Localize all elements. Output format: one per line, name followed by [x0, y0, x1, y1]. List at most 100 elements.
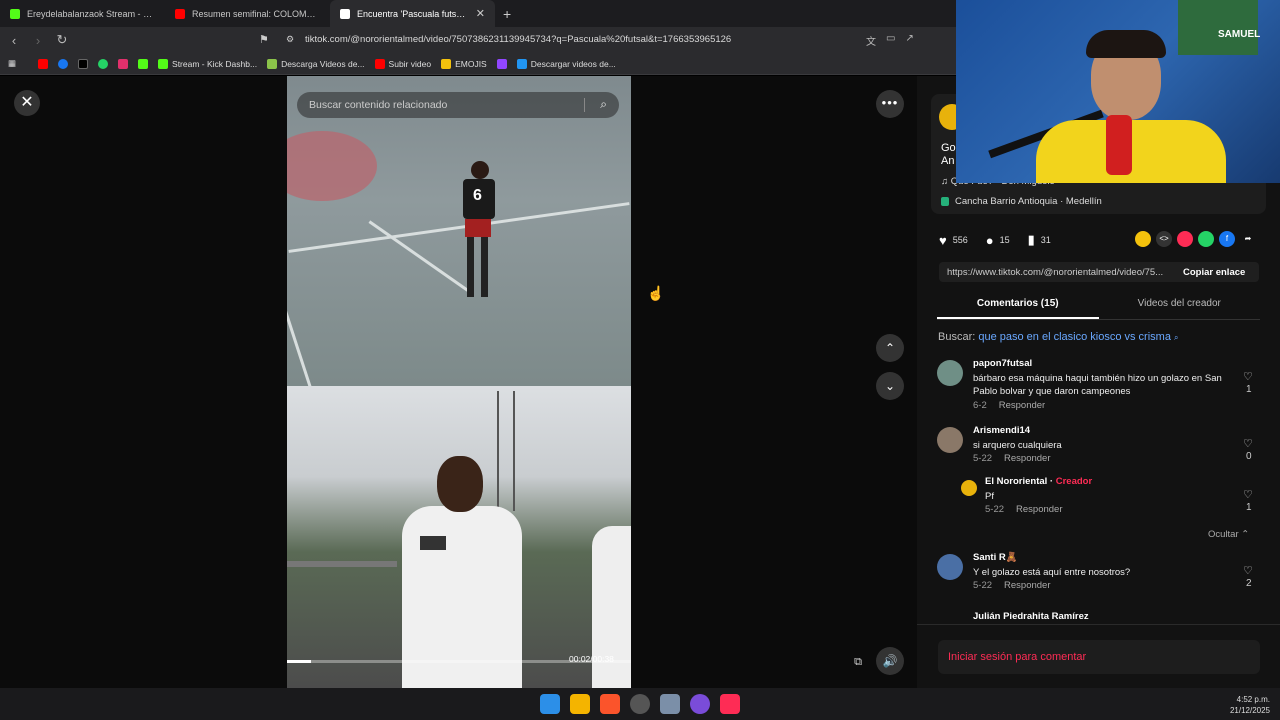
panel-tabs: Comentarios (15) Videos del creador — [937, 292, 1260, 320]
comment-text: si arquero cualquiera — [973, 440, 1062, 451]
bookmark-kick-dashboard[interactable]: Stream - Kick Dashb... — [158, 58, 257, 69]
comment-user[interactable]: Santi R🧸 — [973, 552, 1018, 563]
like-icon[interactable]: ♡ — [1243, 437, 1253, 450]
file-explorer-icon[interactable] — [570, 694, 590, 714]
video-player[interactable]: 6 Buscar contenido relacionado ⌕ 00:02/0… — [287, 76, 631, 688]
site-info-icon[interactable]: ⚙ — [286, 34, 294, 45]
apps-icon[interactable]: ▦ — [8, 58, 16, 69]
avatar[interactable] — [937, 360, 963, 386]
bookmark-subir-video[interactable]: Subir video — [374, 58, 431, 69]
more-options-button[interactable]: ••• — [876, 90, 904, 118]
repost-icon[interactable] — [1177, 231, 1193, 247]
save-button[interactable]: ▮ 31 — [1028, 232, 1051, 248]
avatar[interactable] — [937, 554, 963, 580]
comment-user[interactable]: Arismendi14 — [973, 425, 1030, 436]
windows-start-icon[interactable] — [540, 694, 560, 714]
comment-like-count: 0 — [1246, 451, 1252, 462]
location-tag[interactable]: Cancha Barrio Antioquia · Medellín — [941, 196, 1102, 207]
whatsapp-icon[interactable] — [1198, 231, 1214, 247]
previous-video-button[interactable]: ⌃ — [876, 334, 904, 362]
copy-link-button[interactable]: Copiar enlace — [1183, 267, 1245, 278]
brave-browser-icon[interactable] — [600, 694, 620, 714]
bookmark-whatsapp[interactable] — [98, 58, 109, 69]
tab-title: Encuentra 'Pascuala futsal' en — [357, 8, 469, 19]
comment-meta: 5-22 Responder — [973, 453, 1051, 464]
like-icon[interactable]: ♡ — [1243, 564, 1253, 577]
taskbar — [0, 688, 1280, 720]
share-icon[interactable]: ↗ — [905, 33, 913, 48]
search-suggestion[interactable]: Buscar: que paso en el clasico kiosco vs… — [938, 331, 1179, 343]
video-frame-court: 6 — [287, 76, 631, 395]
like-icon[interactable]: ♡ — [1243, 370, 1253, 383]
reply-button[interactable]: Responder — [999, 400, 1045, 411]
hide-replies-button[interactable]: Ocultar ⌃ — [1208, 529, 1249, 540]
tab-youtube[interactable]: Resumen semifinal: COLOMBIA VS BR — [165, 0, 330, 27]
comment-text: bárbaro esa máquina haqui también hizo u… — [973, 373, 1222, 397]
avatar[interactable] — [937, 427, 963, 453]
comment-like-count: 2 — [1246, 578, 1252, 589]
close-video-button[interactable]: ✕ — [14, 90, 40, 116]
close-tab-icon[interactable]: ✕ — [476, 7, 485, 20]
bookmark-kick[interactable] — [138, 58, 149, 69]
comment-text: Y el golazo está aquí entre nosotros? — [973, 567, 1131, 578]
bookmark-youtube[interactable] — [38, 58, 49, 69]
share-arrow-icon[interactable]: ➦ — [1240, 231, 1256, 247]
location-pin-icon — [941, 197, 949, 206]
reader-icon[interactable]: ▭ — [886, 33, 895, 48]
avatar[interactable] — [961, 480, 977, 496]
bookmark-facebook[interactable] — [58, 58, 69, 69]
comment-user[interactable]: papon7futsal — [973, 358, 1032, 369]
comment-item: Julián Piedrahita Ramírez — [937, 611, 1267, 621]
video-stats: ♥ 556 ● 15 ▮ 31 — [939, 232, 1069, 248]
creator-badge: Creador — [1055, 476, 1093, 487]
tab-creator-videos[interactable]: Videos del creador — [1099, 292, 1261, 319]
bookmark-emojis[interactable]: EMOJIS — [441, 58, 487, 69]
tab-title: Ereydelabalanzaok Stream - Watch L — [27, 8, 155, 19]
tab-tiktok[interactable]: Encuentra 'Pascuala futsal' en ✕ — [330, 0, 495, 27]
poster-text: SAMUEL — [1218, 29, 1261, 40]
search-icon[interactable]: ⌕ — [600, 97, 607, 112]
comment-user[interactable]: El Nororiental · Creador — [985, 476, 1092, 487]
next-video-button[interactable]: ⌄ — [876, 372, 904, 400]
volume-button[interactable]: 🔊 — [876, 647, 904, 675]
comment-meta: 5-22 Responder — [985, 504, 1063, 515]
like-button[interactable]: ♥ 556 — [939, 233, 968, 248]
app-icon[interactable] — [690, 694, 710, 714]
bookmark-descarga-videos[interactable]: Descarga Videos de... — [267, 58, 365, 69]
obs-icon[interactable] — [630, 694, 650, 714]
search-suggestion-query[interactable]: que paso en el clasico kiosco vs crisma — [978, 331, 1171, 343]
reply-button[interactable]: Responder — [1016, 504, 1062, 515]
forward-icon[interactable]: › — [28, 33, 48, 48]
facebook-icon[interactable]: f — [1219, 231, 1235, 247]
settings-icon[interactable] — [660, 694, 680, 714]
video-link-url[interactable]: https://www.tiktok.com/@nororientalmed/v… — [947, 267, 1177, 278]
related-search-bar[interactable]: Buscar contenido relacionado ⌕ — [297, 92, 619, 118]
bookmark-twitch[interactable] — [496, 58, 507, 69]
pip-icon[interactable]: ⧉ — [848, 652, 868, 672]
translate-icon[interactable]: 文 — [866, 33, 876, 48]
login-to-comment-button[interactable]: Iniciar sesión para comentar — [938, 640, 1260, 674]
mouse-cursor-icon: ☝ — [647, 285, 665, 301]
embed-icon[interactable]: <> — [1156, 231, 1172, 247]
reload-icon[interactable]: ↻ — [52, 32, 72, 48]
coin-icon[interactable] — [1135, 231, 1151, 247]
bookmark-descargar-videos[interactable]: Descargar videos de... — [516, 58, 616, 69]
back-icon[interactable]: ‹ — [4, 33, 24, 48]
url-field[interactable]: tiktok.com/@nororientalmed/video/7507386… — [305, 34, 731, 45]
comment-icon: ● — [985, 232, 994, 248]
bookmark-x[interactable] — [78, 58, 89, 69]
tiktok-video-page: ✕ 6 Buscar contenido relacionado ⌕ 00:02… — [0, 0, 1280, 688]
comment-button[interactable]: ● 15 — [986, 233, 1010, 248]
like-icon[interactable]: ♡ — [1243, 488, 1253, 501]
bookmark-icon[interactable]: ⚑ — [259, 33, 269, 46]
reply-button[interactable]: Responder — [1004, 580, 1050, 591]
tiktok-app-icon[interactable] — [720, 694, 740, 714]
new-tab-button[interactable]: + — [495, 6, 519, 22]
video-link-box: https://www.tiktok.com/@nororientalmed/v… — [939, 262, 1259, 282]
bookmark-instagram[interactable] — [118, 58, 129, 69]
comment-user[interactable]: Julián Piedrahita Ramírez — [973, 611, 1089, 621]
tab-kick[interactable]: Ereydelabalanzaok Stream - Watch L — [0, 0, 165, 27]
video-progress-fill — [287, 660, 312, 663]
reply-button[interactable]: Responder — [1004, 453, 1050, 464]
tab-comments[interactable]: Comentarios (15) — [937, 292, 1099, 319]
